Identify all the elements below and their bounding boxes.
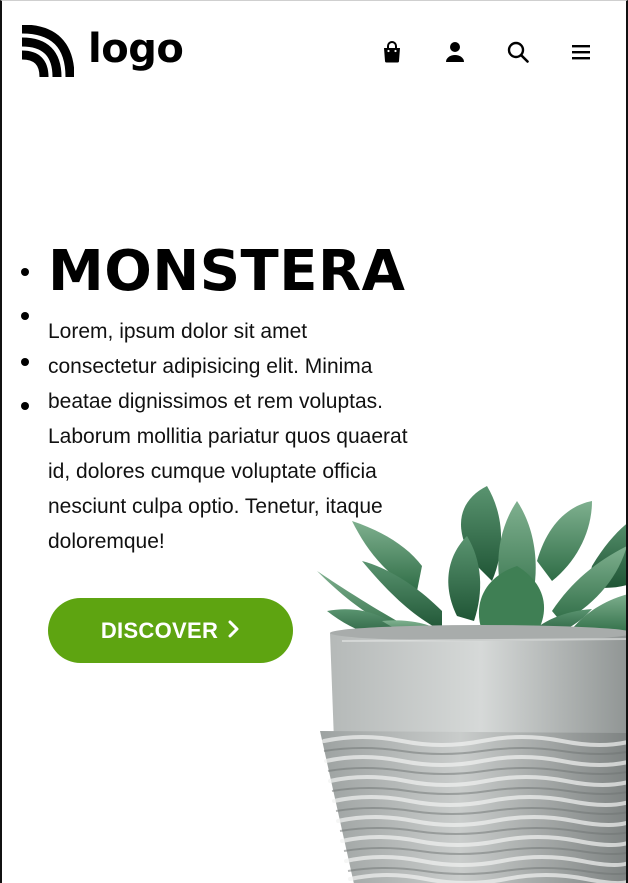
chevron-right-icon xyxy=(228,620,240,641)
hero-description: Lorem, ipsum dolor sit amet consectetur … xyxy=(48,320,408,553)
user-icon[interactable] xyxy=(423,39,486,65)
discover-button-label: DISCOVER xyxy=(100,617,219,643)
search-icon[interactable] xyxy=(486,39,549,65)
shopping-bag-icon[interactable] xyxy=(360,39,423,65)
page: logo MONSTERA Lorem, ipsum dolor sit ame… xyxy=(0,0,628,883)
menu-icon[interactable] xyxy=(549,39,612,65)
logo-text: logo xyxy=(88,26,184,72)
discover-button[interactable]: DISCOVER xyxy=(48,598,293,663)
slide-dot[interactable] xyxy=(21,358,29,366)
slide-dot[interactable] xyxy=(21,402,29,410)
slide-dot[interactable] xyxy=(21,268,29,276)
site-header: logo xyxy=(2,1,626,101)
slide-dot[interactable] xyxy=(21,312,29,320)
logo-mark-icon xyxy=(18,25,74,79)
logo-link[interactable]: logo xyxy=(18,25,184,79)
hero-title: MONSTERA xyxy=(48,239,406,304)
header-icon-nav xyxy=(360,39,612,65)
